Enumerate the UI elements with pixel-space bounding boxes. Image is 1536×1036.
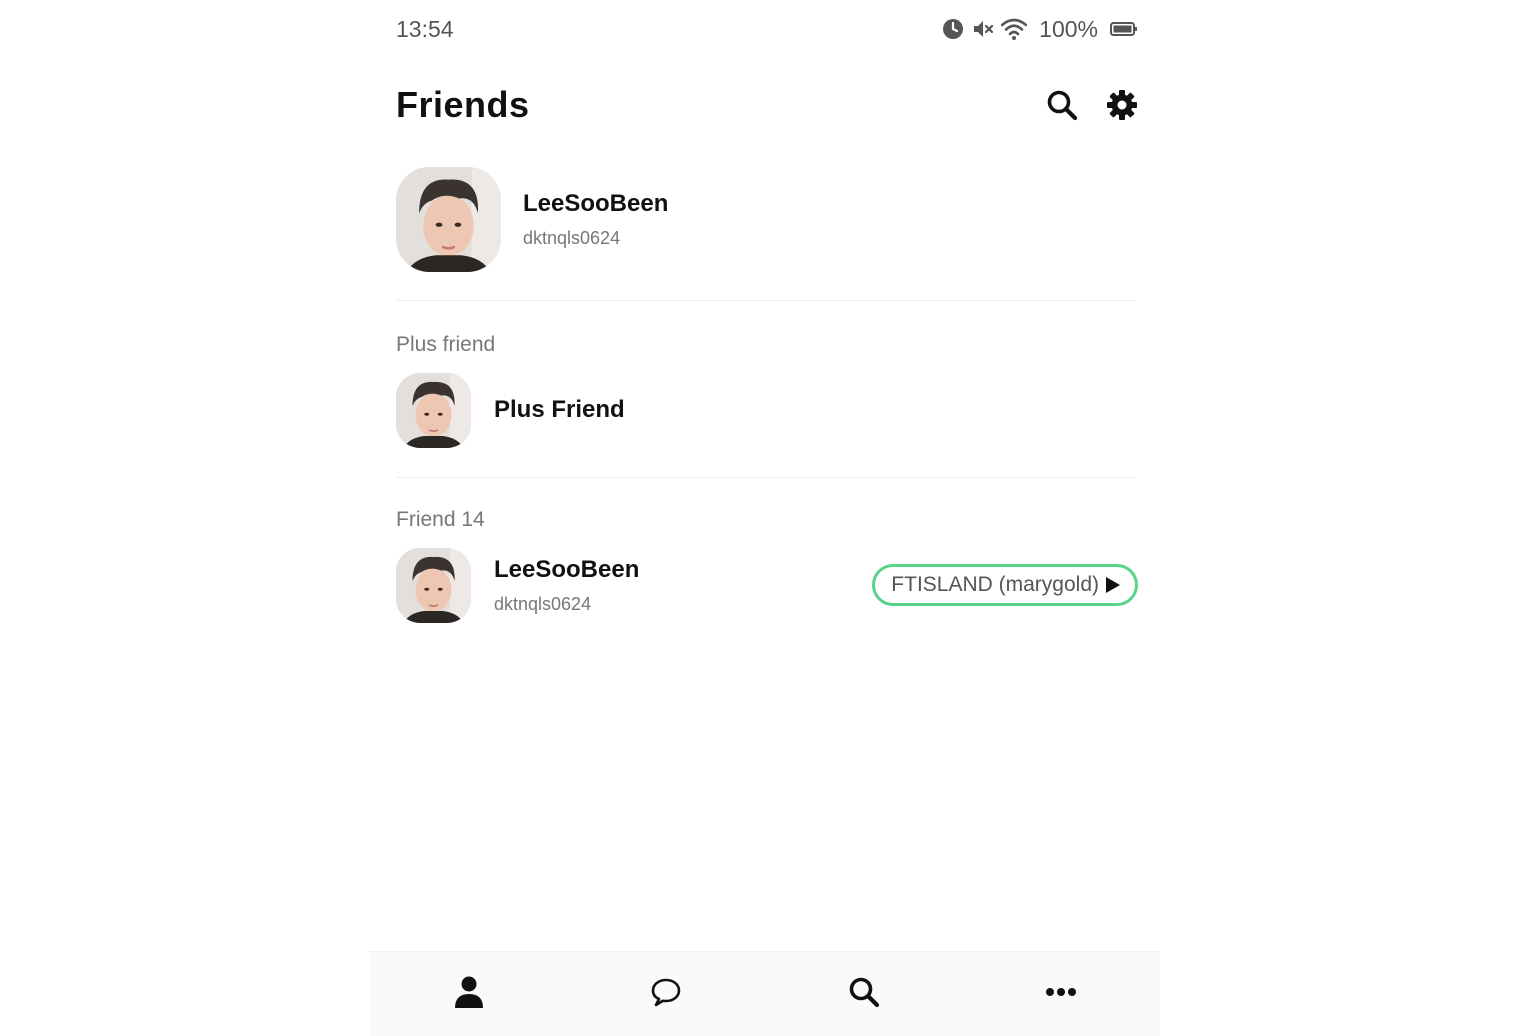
nav-more-tab[interactable] bbox=[1031, 964, 1091, 1024]
my-profile[interactable]: LeeSooBeen dktnqls0624 bbox=[396, 166, 1136, 272]
section-label-plus-friend: Plus friend bbox=[396, 333, 496, 356]
nav-friends-tab[interactable] bbox=[439, 964, 499, 1024]
status-bar: 13:54 100% bbox=[396, 12, 1138, 46]
plus-friend-item[interactable]: Plus Friend bbox=[396, 372, 1138, 448]
profile-music-label: FTISLAND (marygold) bbox=[891, 573, 1099, 596]
friend-name: LeeSooBeen bbox=[494, 555, 640, 583]
alarm-icon bbox=[941, 17, 965, 41]
avatar bbox=[396, 372, 471, 448]
divider bbox=[396, 300, 1136, 301]
header: Friends bbox=[396, 80, 1138, 130]
avatar bbox=[396, 547, 471, 623]
play-icon bbox=[1105, 576, 1121, 594]
header-actions bbox=[1046, 89, 1138, 121]
more-dots-icon bbox=[1045, 985, 1077, 1003]
section-label-friends: Friend 14 bbox=[396, 508, 485, 531]
profile-music-button[interactable]: FTISLAND (marygold) bbox=[872, 564, 1138, 606]
friend-text: LeeSooBeen dktnqls0624 bbox=[494, 556, 639, 615]
mute-icon bbox=[971, 17, 995, 41]
battery-percent: 100% bbox=[1039, 15, 1098, 42]
plus-friend-name: Plus Friend bbox=[494, 396, 625, 423]
plus-friend-text: Plus Friend bbox=[494, 396, 625, 424]
friends-screen: 13:54 100% Friends LeeSooBeen dktnqls062… bbox=[370, 0, 1160, 1036]
person-icon bbox=[454, 975, 484, 1014]
my-profile-text: LeeSooBeen dktnqls0624 bbox=[523, 190, 668, 249]
page-title: Friends bbox=[396, 84, 530, 125]
search-icon[interactable] bbox=[1046, 89, 1078, 121]
gear-icon[interactable] bbox=[1106, 89, 1138, 121]
my-profile-name: LeeSooBeen bbox=[523, 189, 669, 217]
nav-search-tab[interactable] bbox=[834, 964, 894, 1024]
chat-bubble-icon bbox=[650, 977, 682, 1012]
search-icon bbox=[848, 976, 880, 1013]
status-icons: 100% bbox=[941, 16, 1138, 43]
friend-list-item[interactable]: LeeSooBeen dktnqls0624 FTISLAND (marygol… bbox=[396, 547, 1138, 623]
battery-icon bbox=[1110, 17, 1138, 41]
status-time: 13:54 bbox=[396, 15, 454, 42]
my-profile-id: dktnqls0624 bbox=[523, 227, 621, 248]
wifi-icon bbox=[1000, 17, 1028, 41]
avatar bbox=[396, 166, 501, 272]
divider bbox=[396, 477, 1136, 478]
nav-chats-tab[interactable] bbox=[636, 964, 696, 1024]
friend-id: dktnqls0624 bbox=[494, 593, 592, 614]
bottom-nav bbox=[370, 951, 1160, 1036]
